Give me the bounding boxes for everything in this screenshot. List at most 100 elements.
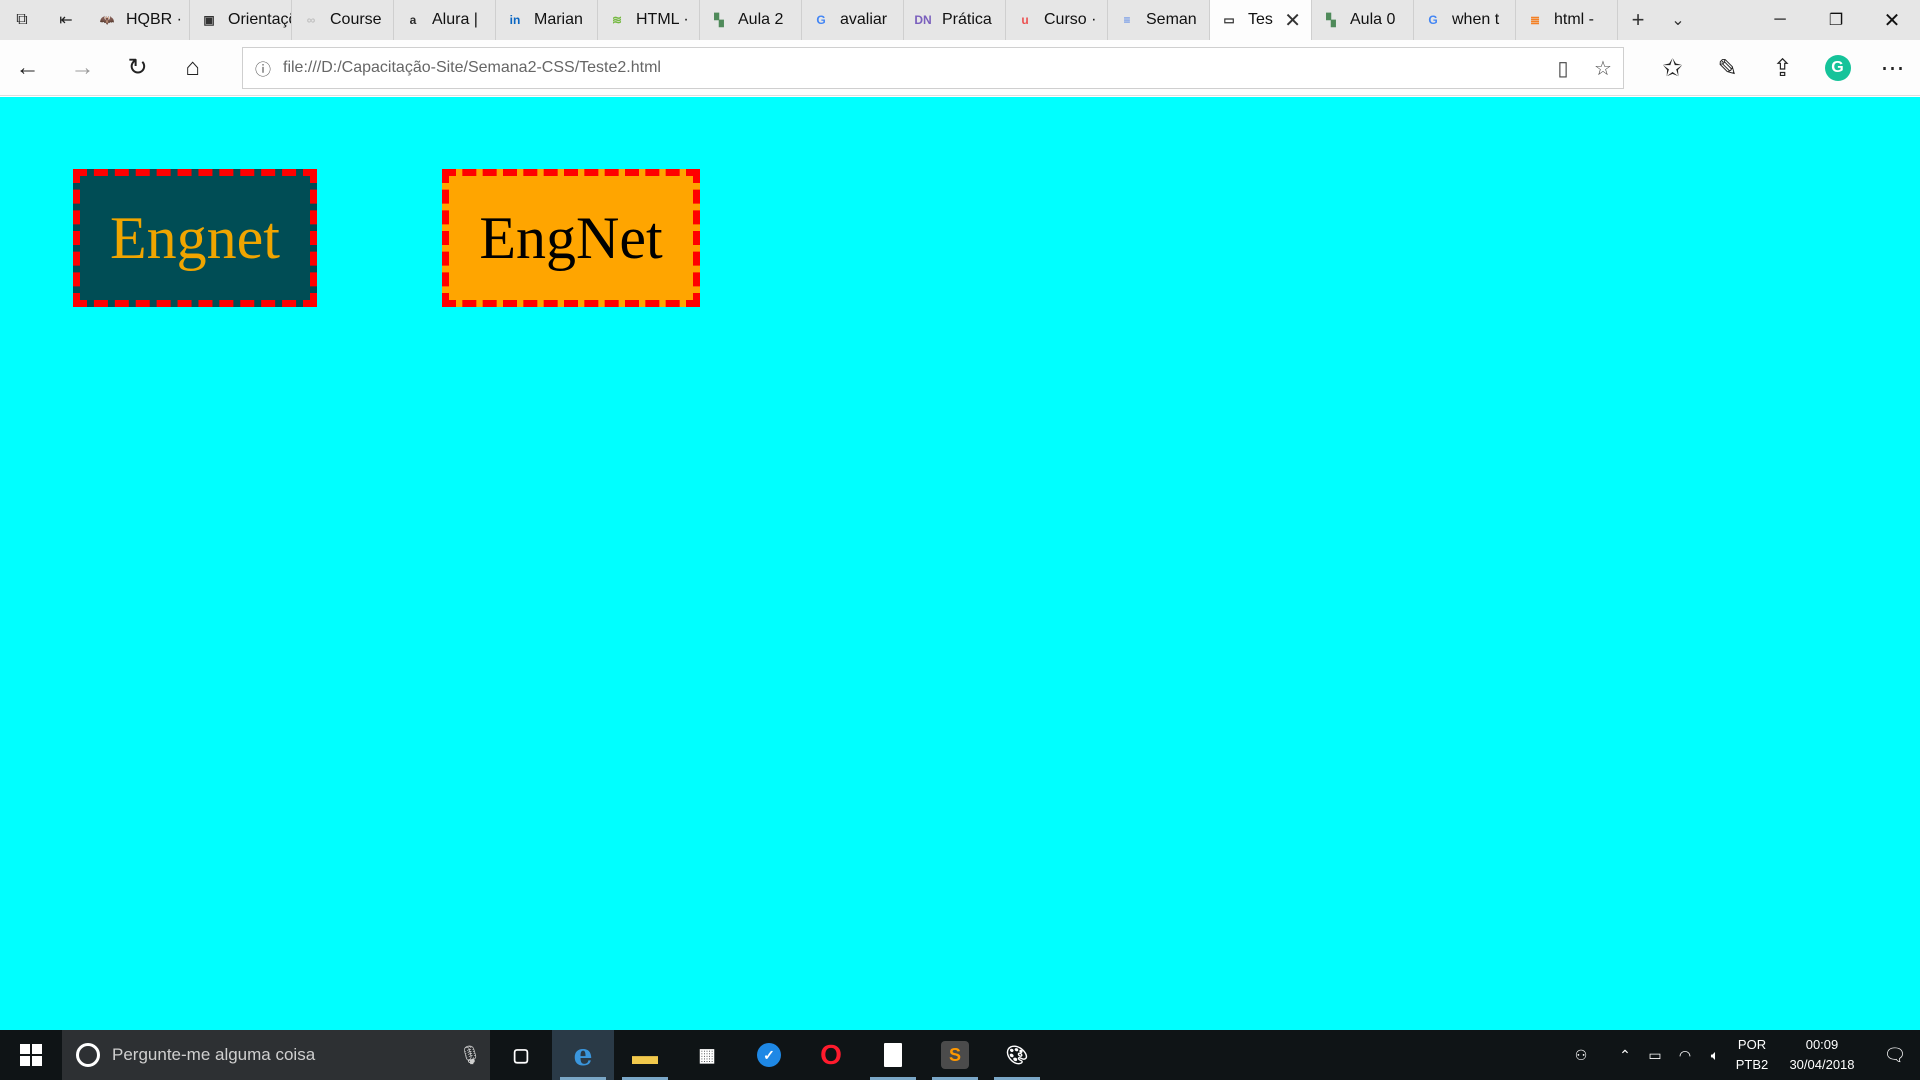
tab-11[interactable]: ▭ Tes ✕ bbox=[1210, 0, 1312, 40]
taskbar-app-store[interactable]: ▦ bbox=[676, 1030, 738, 1080]
tab-7[interactable]: Gavaliar bbox=[802, 0, 904, 40]
tab-label: Orientações bbox=[228, 11, 291, 28]
address-url[interactable]: file:///D:/Capacitação-Site/Semana2-CSS/… bbox=[283, 59, 1543, 77]
html-icon: ≋ bbox=[611, 13, 623, 27]
tab-2[interactable]: ∞ Course bbox=[292, 0, 394, 40]
tab-12[interactable]: ▚ Aula 0 bbox=[1312, 0, 1414, 40]
tab-8[interactable]: DN Prática bbox=[904, 0, 1006, 40]
tab-10[interactable]: ≡ Seman bbox=[1108, 0, 1210, 40]
reading-view-icon[interactable]: ▯ bbox=[1543, 56, 1583, 81]
tab-preview-chevron-icon[interactable]: ⌄ bbox=[1658, 0, 1698, 40]
page-viewport: Engnet EngNet bbox=[0, 97, 1920, 1030]
taskbar-app-edge[interactable]: e bbox=[552, 1030, 614, 1080]
battery-icon[interactable]: ▭ bbox=[1640, 1047, 1670, 1064]
search-placeholder[interactable]: Pergunte-me alguma coisa bbox=[112, 1045, 450, 1065]
blank-file-icon bbox=[884, 1043, 902, 1067]
tab-5[interactable]: ≋ HTML · bbox=[598, 0, 700, 40]
share-icon: ⇪ bbox=[1772, 54, 1793, 82]
engnet-box-dark-text: Engnet bbox=[110, 204, 280, 271]
tab-label: Seman bbox=[1146, 11, 1197, 28]
google-icon: G bbox=[816, 13, 826, 27]
taskbar-app-tools[interactable]: ✓ bbox=[738, 1030, 800, 1080]
tab-label: Alura | bbox=[432, 11, 478, 28]
grammarly-button[interactable]: G bbox=[1810, 40, 1865, 96]
start-button[interactable] bbox=[0, 1030, 62, 1080]
tab-strip: 🦇 HQBR · ▣ Orientações ∞ Course a Alura | in Mari… bbox=[88, 0, 1618, 40]
favorites-list-icon: ✩ bbox=[1662, 54, 1683, 82]
close-window-icon[interactable]: ✕ bbox=[1864, 0, 1920, 40]
tab-label: Aula 0 bbox=[1350, 11, 1396, 28]
pen-icon: ✎ bbox=[1717, 54, 1738, 82]
engnet-box-orange: EngNet bbox=[442, 169, 700, 307]
web-notes-button[interactable]: ✎ bbox=[1700, 40, 1755, 96]
address-bar[interactable]: ⓘ file:///D:/Capacitação-Site/Semana2-CS… bbox=[242, 47, 1624, 89]
file-explorer-icon: ▬ bbox=[632, 1039, 658, 1070]
windows-logo-icon bbox=[20, 1044, 42, 1066]
navigation-bar: ← → ↻ ⌂ ⓘ file:///D:/Capacitação-Site/Se… bbox=[0, 40, 1920, 96]
taskbar-app-blank-file[interactable] bbox=[862, 1030, 924, 1080]
tab-bar: ⧉ ⇤ 🦇 HQBR · ▣ Orientações ∞ Course a Alura | in… bbox=[0, 0, 1920, 40]
tab-4[interactable]: in Marian bbox=[496, 0, 598, 40]
tab-3[interactable]: a Alura | bbox=[394, 0, 496, 40]
tab-label: HTML · bbox=[636, 11, 689, 28]
taskbar-app-opera[interactable]: O bbox=[800, 1030, 862, 1080]
tab-9[interactable]: u Curso · bbox=[1006, 0, 1108, 40]
close-tab-icon[interactable]: ✕ bbox=[1284, 8, 1301, 33]
tab-1[interactable]: ▣ Orientações bbox=[190, 0, 292, 40]
paint-icon: 🎨︎ bbox=[1005, 1044, 1029, 1065]
volume-icon[interactable]: 🔈︎ bbox=[1700, 1047, 1730, 1064]
notebook-icon: ▣ bbox=[203, 13, 215, 27]
clock-time: 00:09 bbox=[1805, 1037, 1839, 1052]
clock[interactable]: 00:09 30/04/2018 bbox=[1774, 1035, 1870, 1075]
favorite-star-icon[interactable]: ☆ bbox=[1583, 56, 1623, 81]
tab-13[interactable]: Gwhen t bbox=[1414, 0, 1516, 40]
dn-icon: DN bbox=[914, 13, 932, 27]
taskbar-app-file-explorer[interactable]: ▬ bbox=[614, 1030, 676, 1080]
alura-icon: a bbox=[409, 13, 417, 27]
back-arrow-icon: ← bbox=[15, 53, 40, 81]
favorites-hub-button[interactable]: ✩ bbox=[1645, 40, 1700, 96]
refresh-button[interactable]: ↻ bbox=[110, 40, 165, 96]
tab-label: Aula 2 bbox=[738, 11, 784, 28]
stackoverflow-icon: ≣ bbox=[1529, 13, 1541, 27]
forward-button[interactable]: → bbox=[55, 40, 110, 96]
keyboard-layout: PTB2 bbox=[1735, 1057, 1769, 1072]
task-view-icon: ▢ bbox=[512, 1044, 530, 1065]
home-button[interactable]: ⌂ bbox=[165, 40, 220, 96]
tab-14[interactable]: ≣ html - bbox=[1516, 0, 1618, 40]
minimize-icon[interactable]: ─ bbox=[1752, 0, 1808, 40]
people-icon[interactable]: ⚇ bbox=[1566, 1047, 1596, 1064]
taskbar-app-sublime-text[interactable]: S bbox=[924, 1030, 986, 1080]
back-button[interactable]: ← bbox=[0, 40, 55, 96]
more-menu-button[interactable]: ⋯ bbox=[1865, 40, 1920, 96]
tab-label: Tes bbox=[1248, 11, 1273, 28]
taskbar-app-task-view[interactable]: ▢ bbox=[490, 1030, 552, 1080]
classroom-icon: ▚ bbox=[714, 13, 724, 27]
tab-label: html - bbox=[1554, 11, 1594, 28]
infinity-icon: ∞ bbox=[306, 13, 316, 27]
edge-icon: e bbox=[573, 1037, 593, 1073]
wifi-icon[interactable]: ◠ bbox=[1670, 1047, 1700, 1064]
engnet-box-orange-text: EngNet bbox=[479, 204, 663, 271]
tab-0[interactable]: 🦇 HQBR · bbox=[88, 0, 190, 40]
set-aside-tabs-icon[interactable]: ⇤ bbox=[44, 0, 88, 40]
linkedin-icon: in bbox=[509, 13, 521, 27]
udemy-icon: u bbox=[1021, 13, 1029, 27]
docs-icon: ≡ bbox=[1123, 13, 1131, 27]
tab-label: Course bbox=[330, 11, 382, 28]
input-language-indicator[interactable]: POR PTB2 bbox=[1730, 1035, 1774, 1075]
microphone-icon[interactable]: 🎙︎ bbox=[450, 1045, 490, 1066]
taskbar-app-paint[interactable]: 🎨︎ bbox=[986, 1030, 1048, 1080]
action-center-icon[interactable]: 🗨︎ bbox=[1870, 1045, 1920, 1066]
google-icon: G bbox=[1428, 13, 1438, 27]
new-tab-icon[interactable]: + bbox=[1618, 0, 1658, 40]
restore-icon[interactable]: ❐ bbox=[1808, 0, 1864, 40]
tab-6[interactable]: ▚ Aula 2 bbox=[700, 0, 802, 40]
tab-manager-icon[interactable]: ⧉ bbox=[0, 0, 44, 40]
share-button[interactable]: ⇪ bbox=[1755, 40, 1810, 96]
more-dots-icon: ⋯ bbox=[1880, 54, 1905, 82]
info-icon[interactable]: ⓘ bbox=[243, 56, 283, 80]
show-hidden-icons-chevron-icon[interactable]: ⌃ bbox=[1610, 1047, 1640, 1064]
cortana-search-box[interactable]: Pergunte-me alguma coisa 🎙︎ bbox=[62, 1030, 490, 1080]
forward-arrow-icon: → bbox=[70, 53, 95, 81]
